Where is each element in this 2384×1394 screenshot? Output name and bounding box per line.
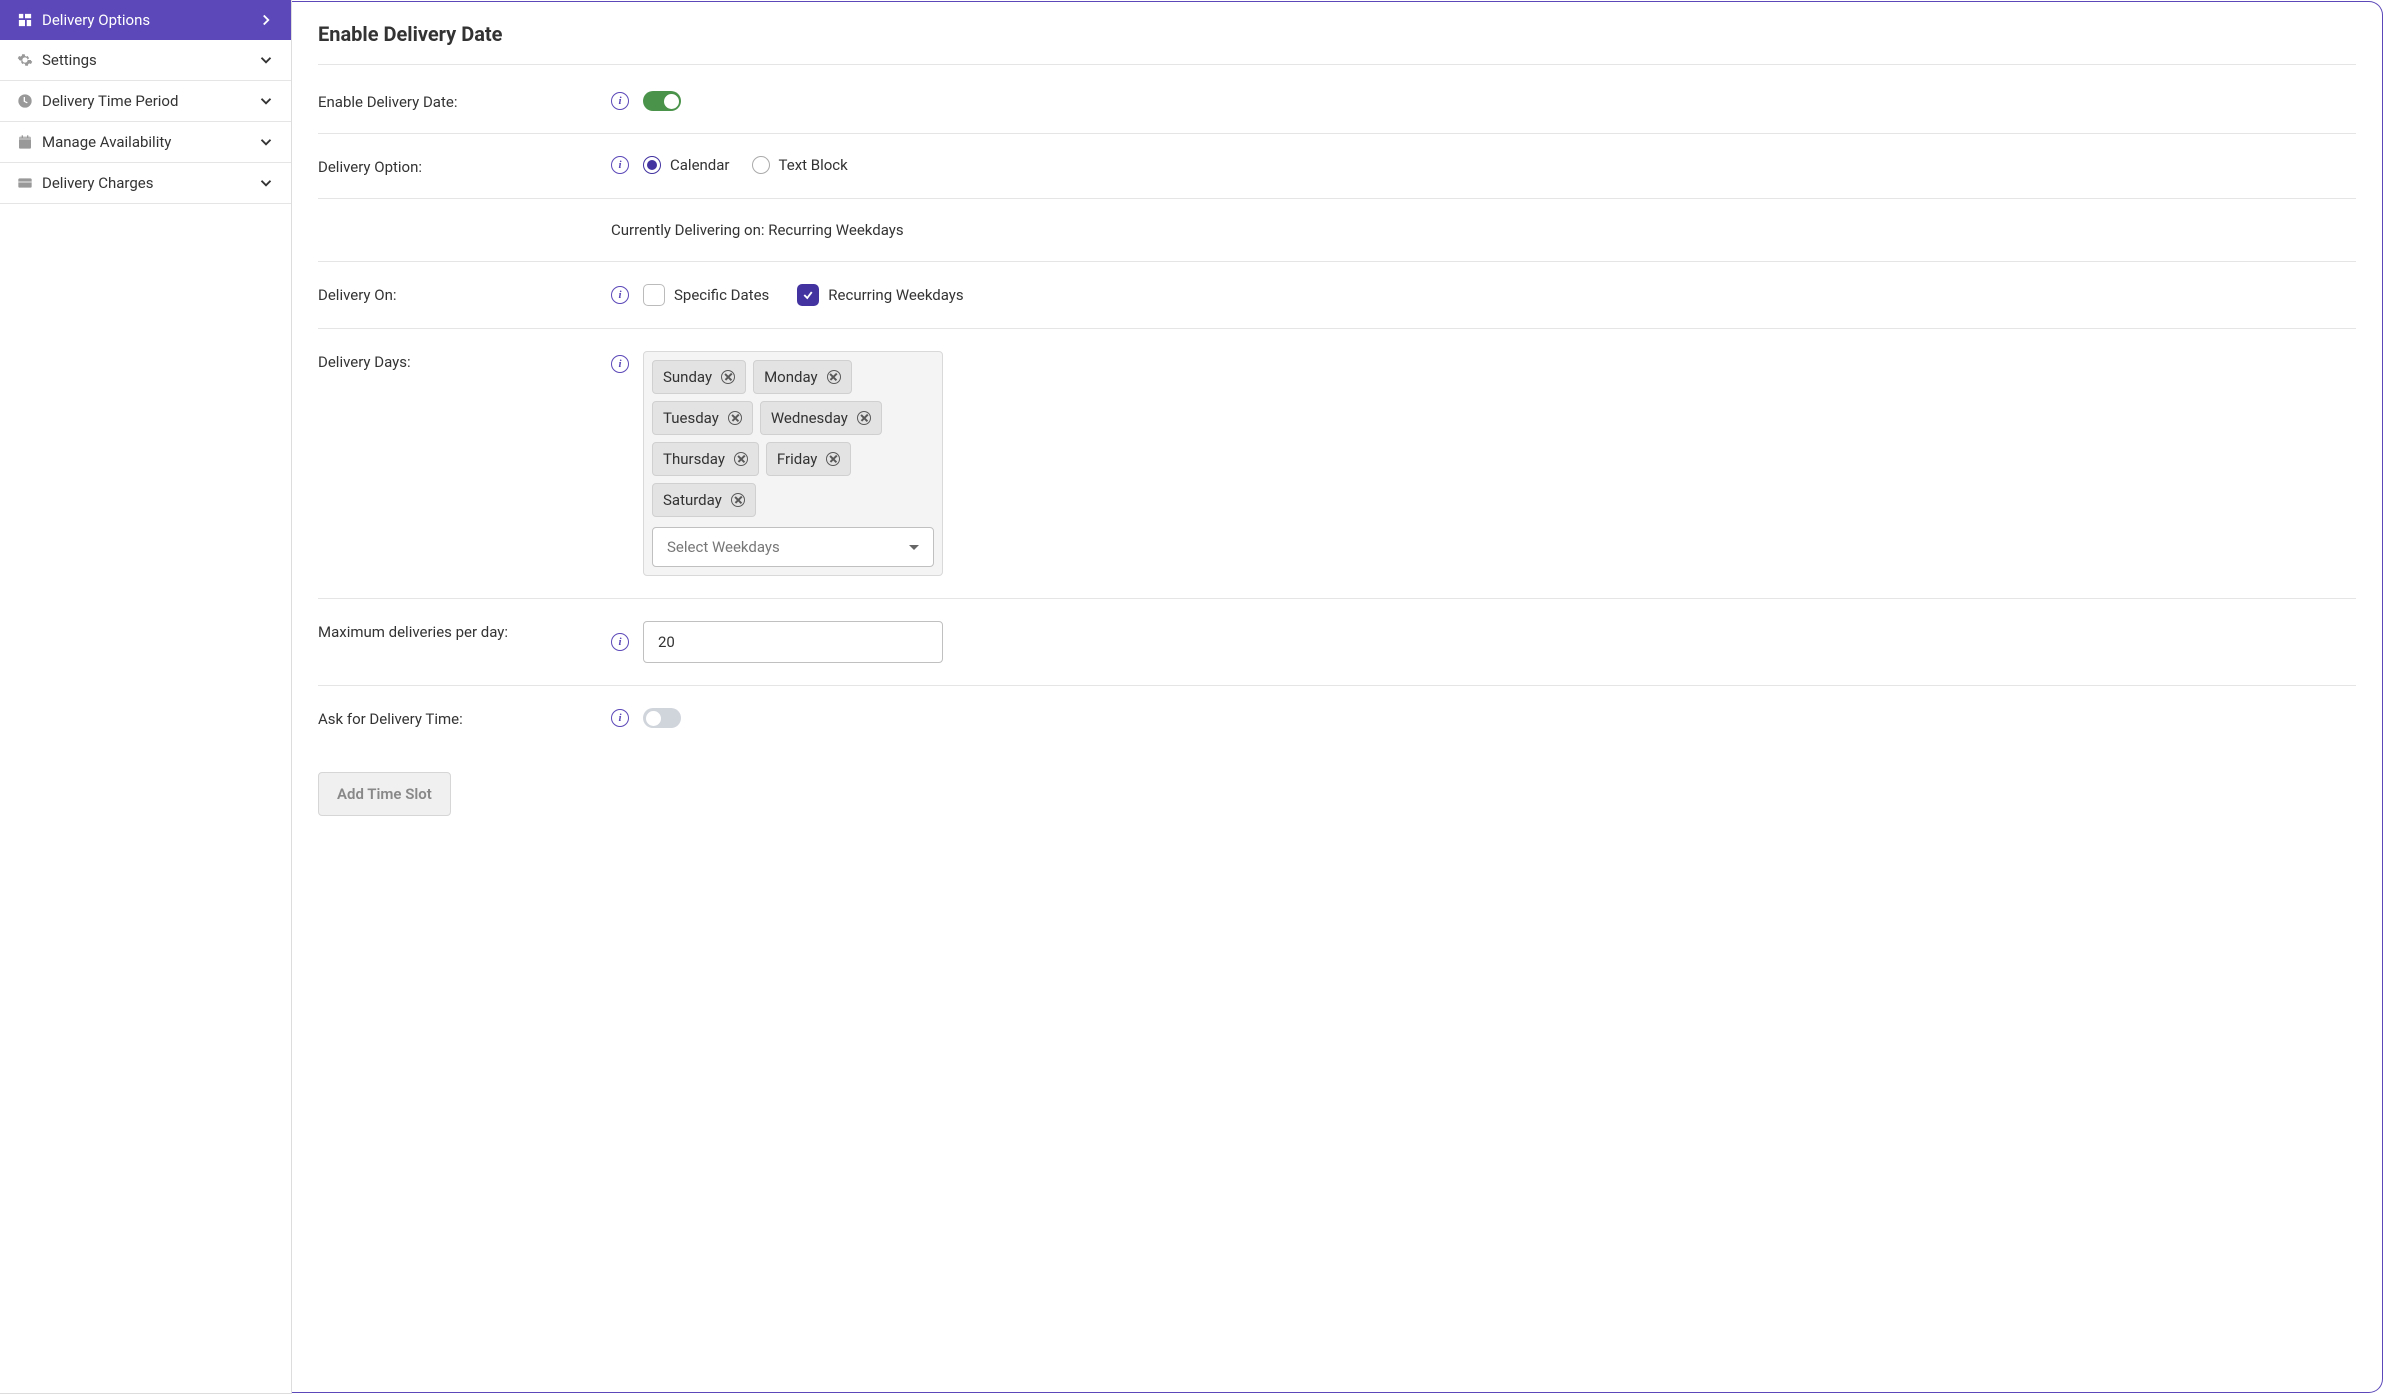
chip-label: Saturday <box>663 491 722 509</box>
chevron-down-icon <box>257 51 275 69</box>
chip-label: Wednesday <box>771 409 848 427</box>
info-icon[interactable]: i <box>611 156 629 174</box>
remove-icon[interactable] <box>857 411 871 425</box>
label-max-deliveries: Maximum deliveries per day: <box>318 621 593 641</box>
info-icon[interactable]: i <box>611 286 629 304</box>
input-max-deliveries[interactable] <box>643 621 943 663</box>
sidebar-item-label: Delivery Charges <box>42 174 154 192</box>
caret-down-icon <box>909 545 919 550</box>
remove-icon[interactable] <box>728 411 742 425</box>
radio-text-block[interactable]: Text Block <box>752 156 848 174</box>
row-delivery-on: Delivery On: i Specific Dates Recurring … <box>318 262 2356 329</box>
select-weekdays[interactable]: Select Weekdays <box>652 527 934 567</box>
main-panel: Enable Delivery Date Enable Delivery Dat… <box>292 1 2383 1393</box>
card-icon <box>16 174 34 192</box>
row-max-deliveries: Maximum deliveries per day: i <box>318 599 2356 686</box>
currently-delivering-text: Currently Delivering on: Recurring Weekd… <box>611 221 904 239</box>
chip-label: Sunday <box>663 368 712 386</box>
grid-icon <box>16 11 34 29</box>
sidebar-item-label: Manage Availability <box>42 133 171 151</box>
info-icon[interactable]: i <box>611 92 629 110</box>
row-ask-delivery-time: Ask for Delivery Time: i <box>318 686 2356 750</box>
sidebar: Delivery Options Settings Delivery Time … <box>0 0 292 1394</box>
chip-thursday: Thursday <box>652 442 759 476</box>
remove-icon[interactable] <box>721 370 735 384</box>
remove-icon[interactable] <box>827 370 841 384</box>
select-weekdays-placeholder: Select Weekdays <box>667 538 780 556</box>
chip-label: Friday <box>777 450 817 468</box>
checkbox-label-recurring-weekdays: Recurring Weekdays <box>828 286 963 304</box>
remove-icon[interactable] <box>731 493 745 507</box>
sidebar-item-delivery-options[interactable]: Delivery Options <box>0 0 291 40</box>
chevron-down-icon <box>257 174 275 192</box>
info-icon[interactable]: i <box>611 709 629 727</box>
chip-friday: Friday <box>766 442 851 476</box>
sidebar-item-label: Settings <box>42 51 97 69</box>
remove-icon[interactable] <box>734 452 748 466</box>
toggle-ask-delivery-time[interactable] <box>643 708 681 728</box>
row-add-time-slot: Add Time Slot <box>318 772 2356 816</box>
radio-label-text-block: Text Block <box>779 156 848 174</box>
chevron-right-icon <box>257 11 275 29</box>
sidebar-item-delivery-charges[interactable]: Delivery Charges <box>0 163 291 204</box>
chip-label: Thursday <box>663 450 725 468</box>
info-icon[interactable]: i <box>611 355 629 373</box>
chip-monday: Monday <box>753 360 852 394</box>
label-enable-delivery-date: Enable Delivery Date: <box>318 91 593 111</box>
info-icon[interactable]: i <box>611 633 629 651</box>
radio-label-calendar: Calendar <box>670 156 730 174</box>
checkbox-specific-dates[interactable]: Specific Dates <box>643 284 769 306</box>
row-delivery-option: Delivery Option: i Calendar Text Block <box>318 134 2356 199</box>
chevron-down-icon <box>257 133 275 151</box>
gear-icon <box>16 51 34 69</box>
clock-icon <box>16 92 34 110</box>
sidebar-item-manage-availability[interactable]: Manage Availability <box>0 122 291 163</box>
chip-saturday: Saturday <box>652 483 756 517</box>
sidebar-item-delivery-time-period[interactable]: Delivery Time Period <box>0 81 291 122</box>
page-title: Enable Delivery Date <box>318 22 2356 65</box>
chevron-down-icon <box>257 92 275 110</box>
sidebar-item-label: Delivery Time Period <box>42 92 178 110</box>
chip-label: Tuesday <box>663 409 719 427</box>
sidebar-item-settings[interactable]: Settings <box>0 40 291 81</box>
row-delivery-days: Delivery Days: i Sunday Monday Tuesday Wedn… <box>318 329 2356 599</box>
label-delivery-option: Delivery Option: <box>318 156 593 176</box>
row-currently-delivering: Currently Delivering on: Recurring Weekd… <box>318 199 2356 262</box>
label-delivery-on: Delivery On: <box>318 284 593 304</box>
delivery-days-chips: Sunday Monday Tuesday Wednesday Thursday Frid… <box>652 360 934 517</box>
radio-calendar[interactable]: Calendar <box>643 156 730 174</box>
chip-sunday: Sunday <box>652 360 746 394</box>
sidebar-item-label: Delivery Options <box>42 11 150 29</box>
checkbox-recurring-weekdays[interactable]: Recurring Weekdays <box>797 284 963 306</box>
label-delivery-days: Delivery Days: <box>318 351 593 371</box>
delivery-days-container: Sunday Monday Tuesday Wednesday Thursday Frid… <box>643 351 943 576</box>
chip-wednesday: Wednesday <box>760 401 882 435</box>
toggle-enable-delivery-date[interactable] <box>643 91 681 111</box>
chip-tuesday: Tuesday <box>652 401 753 435</box>
add-time-slot-button: Add Time Slot <box>318 772 451 816</box>
label-ask-delivery-time: Ask for Delivery Time: <box>318 708 593 728</box>
row-enable-delivery-date: Enable Delivery Date: i <box>318 69 2356 134</box>
chip-label: Monday <box>764 368 818 386</box>
remove-icon[interactable] <box>826 452 840 466</box>
calendar-icon <box>16 133 34 151</box>
checkbox-label-specific-dates: Specific Dates <box>674 286 769 304</box>
